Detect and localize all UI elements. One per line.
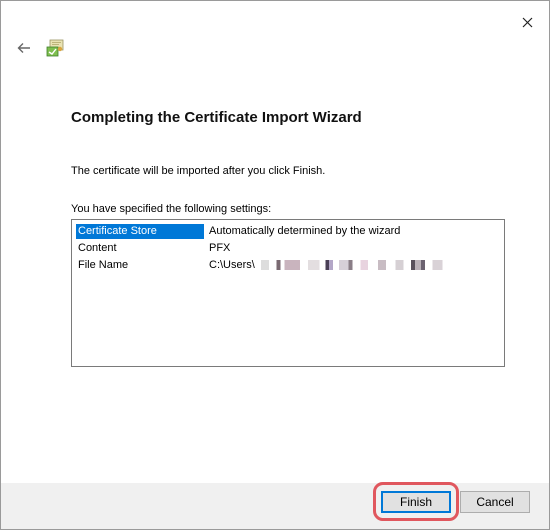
completion-description: The certificate will be imported after y… bbox=[71, 165, 326, 177]
close-button[interactable] bbox=[516, 11, 538, 33]
settings-row-key: Certificate Store Selected bbox=[76, 223, 204, 252]
settings-row[interactable]: File Name C:\Users\ bbox=[76, 257, 456, 273]
settings-row-value: Automatically determined by the wizard bbox=[209, 224, 401, 237]
certificate-wizard-icon bbox=[46, 39, 64, 57]
certificate-import-wizard-window: Completing the Certificate Import Wizard… bbox=[0, 0, 550, 530]
cancel-button[interactable]: Cancel bbox=[460, 491, 530, 513]
finish-button[interactable]: Finish bbox=[381, 491, 451, 513]
close-icon bbox=[522, 17, 532, 27]
page-title: Completing the Certificate Import Wizard bbox=[71, 109, 362, 126]
settings-row[interactable]: Certificate Store Selected Automatically… bbox=[76, 223, 401, 252]
settings-label: You have specified the following setting… bbox=[71, 203, 272, 215]
file-path-text: C:\Users\ bbox=[209, 258, 255, 271]
settings-row-value: C:\Users\ bbox=[204, 258, 456, 273]
settings-row-key: Content bbox=[78, 241, 117, 254]
settings-list[interactable]: Certificate Store Selected Automatically… bbox=[71, 219, 505, 367]
settings-row[interactable]: Content PFX bbox=[76, 240, 230, 256]
redacted-path bbox=[260, 259, 456, 270]
settings-row-value: PFX bbox=[209, 241, 231, 254]
back-arrow-icon bbox=[17, 43, 30, 53]
settings-row-key: File Name bbox=[78, 258, 129, 271]
back-button[interactable] bbox=[15, 39, 33, 57]
